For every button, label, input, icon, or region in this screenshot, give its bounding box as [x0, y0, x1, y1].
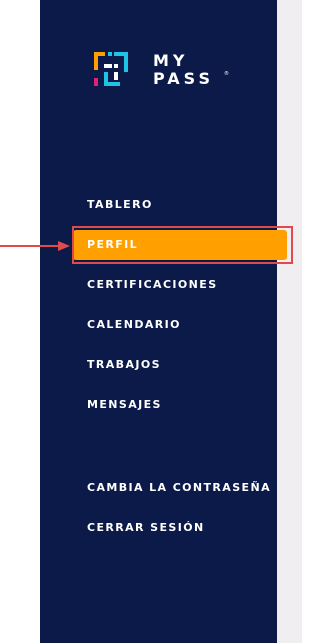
- sidebar-item-cerrar-sesion[interactable]: CERRAR SESIÓN: [40, 513, 277, 543]
- logo-wordmark: MY PASS: [153, 52, 214, 88]
- sidebar-item-certificaciones[interactable]: CERTIFICACIONES: [40, 270, 277, 300]
- left-gutter: [0, 0, 40, 643]
- sidebar-item-cambia-contrasena[interactable]: CAMBIA LA CONTRASEÑA: [40, 473, 277, 503]
- sidebar-item-label: TABLERO: [87, 198, 153, 211]
- right-gutter: [277, 0, 302, 643]
- logo-line-2: PASS: [153, 69, 214, 88]
- sidebar-item-label: TRABAJOS: [87, 358, 161, 371]
- sidebar-item-label: PERFIL: [87, 238, 139, 251]
- sidebar-item-perfil[interactable]: PERFIL: [40, 230, 287, 260]
- sidebar-item-label: MENSAJES: [87, 398, 162, 411]
- mypass-logo[interactable]: MY PASS ®: [94, 52, 234, 92]
- sidebar-item-label: CALENDARIO: [87, 318, 181, 331]
- mypass-logo-icon: [94, 52, 128, 86]
- sidebar-item-calendario[interactable]: CALENDARIO: [40, 310, 277, 340]
- sidebar-item-mensajes[interactable]: MENSAJES: [40, 390, 277, 420]
- logo-line-1: MY: [153, 51, 189, 70]
- sidebar-item-tablero[interactable]: TABLERO: [40, 190, 277, 220]
- sidebar-item-label: CAMBIA LA CONTRASEÑA: [87, 481, 271, 494]
- sidebar-item-label: CERRAR SESIÓN: [87, 521, 205, 534]
- sidebar-item-label: CERTIFICACIONES: [87, 278, 218, 291]
- sidebar-item-trabajos[interactable]: TRABAJOS: [40, 350, 277, 380]
- registered-mark: ®: [224, 71, 229, 77]
